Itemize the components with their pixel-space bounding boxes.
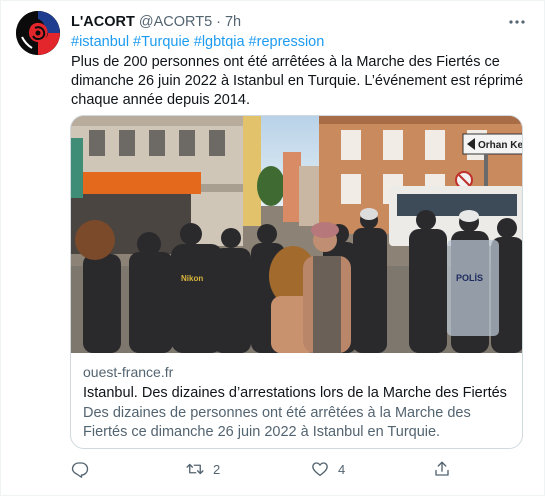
tweet-body: Plus de 200 personnes ont été arrêtées à… xyxy=(71,54,524,108)
card-title[interactable]: Istanbul. Des dizaines d’arrestations lo… xyxy=(83,383,513,403)
tweet[interactable]: L'ACORT @ACORT5 · 7h #istanbul #Turquie #l… xyxy=(0,0,545,496)
hashtag-link[interactable]: #lgbtqia xyxy=(194,34,245,50)
author-handle[interactable]: @ACORT5 xyxy=(139,14,212,30)
like-button[interactable]: 4 xyxy=(311,459,345,479)
share-icon xyxy=(435,461,449,476)
retweet-button[interactable]: 2 xyxy=(186,459,220,479)
acort-logo-icon xyxy=(16,11,60,55)
street-sign-text: Orhan Ker xyxy=(478,140,523,151)
like-count: 4 xyxy=(338,461,346,477)
separator-dot: · xyxy=(216,14,221,30)
reply-icon xyxy=(71,462,89,478)
author-display-name[interactable]: L'ACORT xyxy=(71,14,135,30)
more-options-icon[interactable] xyxy=(508,13,526,31)
hashtag-line: #istanbul #Turquie #lgbtqia #repression xyxy=(71,34,328,50)
hashtag-link[interactable]: #repression xyxy=(249,34,325,50)
hashtag-link[interactable]: #istanbul xyxy=(71,34,129,50)
card-meta: ouest-france.fr Istanbul. Des dizaines d… xyxy=(83,362,513,442)
avatar[interactable] xyxy=(16,11,60,55)
tweet-timestamp[interactable]: 7h xyxy=(225,14,241,30)
police-shield-text: POLİS xyxy=(456,273,483,283)
link-card[interactable]: Orhan Ker POLİS Nikon ouest-france.fr Is… xyxy=(70,115,523,449)
retweet-icon xyxy=(186,463,204,475)
jacket-print-text: Nikon xyxy=(181,274,203,283)
card-description: Des dizaines de personnes ont été arrêté… xyxy=(83,405,471,440)
reply-button[interactable] xyxy=(71,459,89,479)
tweet-header: L'ACORT @ACORT5 · 7h xyxy=(71,13,241,31)
card-image[interactable]: Orhan Ker POLİS Nikon xyxy=(71,116,523,353)
retweet-count: 2 xyxy=(213,461,221,477)
hashtag-link[interactable]: #Turquie xyxy=(133,34,190,50)
heart-icon xyxy=(312,462,328,477)
card-domain[interactable]: ouest-france.fr xyxy=(83,362,513,382)
share-button[interactable] xyxy=(433,459,451,479)
action-bar: 2 4 xyxy=(71,459,471,479)
